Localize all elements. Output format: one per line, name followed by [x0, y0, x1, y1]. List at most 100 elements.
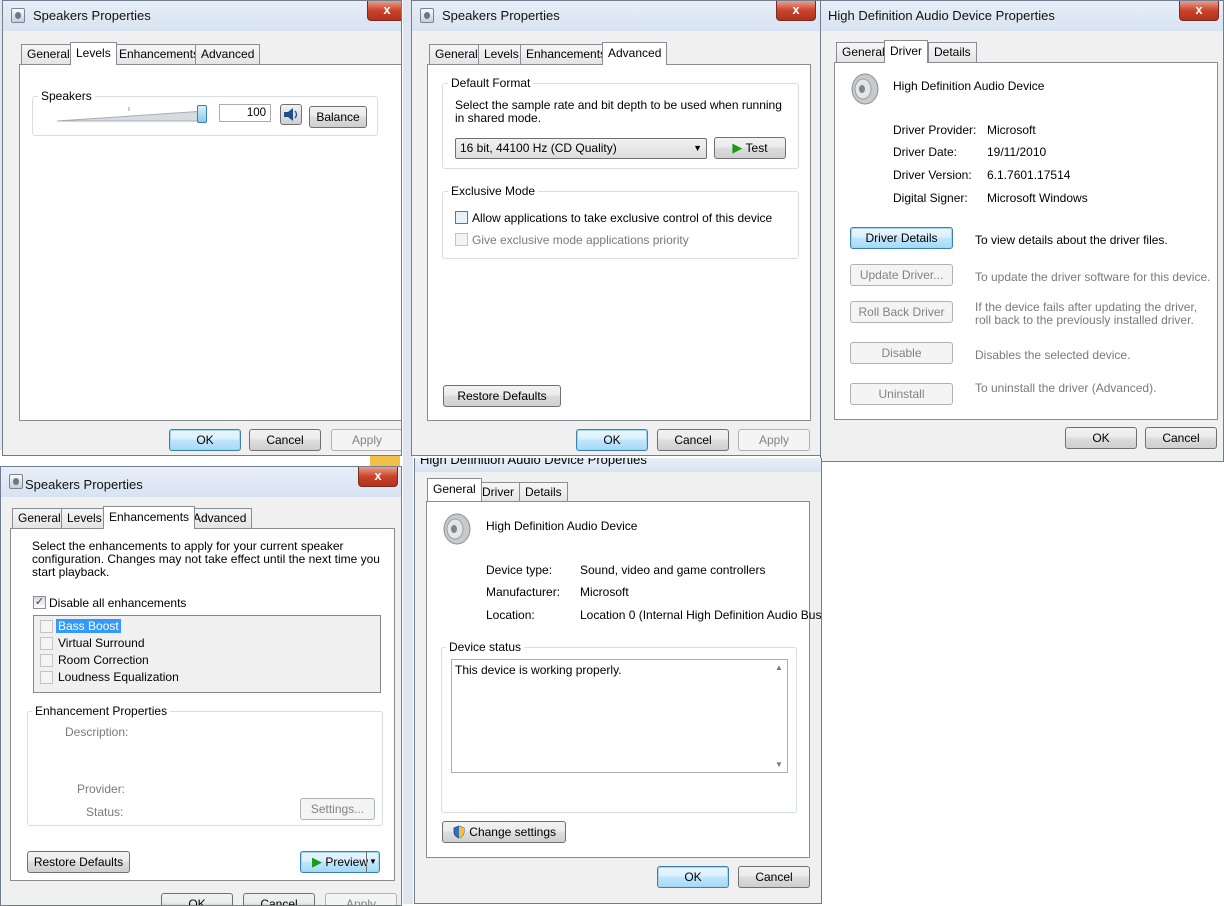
- cancel-button[interactable]: Cancel: [738, 866, 810, 888]
- tab-levels[interactable]: Levels: [61, 508, 108, 528]
- apply-button[interactable]: Apply: [325, 893, 397, 905]
- tab-advanced[interactable]: Advanced: [187, 508, 253, 528]
- close-button[interactable]: x: [1179, 1, 1219, 21]
- close-button[interactable]: x: [367, 1, 401, 21]
- title-bar[interactable]: Speakers Properties x: [412, 1, 821, 31]
- driver-date-value: 19/11/2010: [987, 145, 1047, 159]
- driver-provider-label: Driver Provider:: [893, 123, 977, 137]
- title-bar[interactable]: High Definition Audio Device Properties …: [821, 1, 1223, 31]
- tab-levels[interactable]: Levels: [70, 42, 117, 65]
- manufacturer-label: Manufacturer:: [486, 585, 561, 599]
- group-label: Default Format: [448, 76, 534, 90]
- tab-general[interactable]: General: [12, 508, 67, 528]
- format-dropdown-value: 16 bit, 44100 Hz (CD Quality): [460, 141, 617, 155]
- tab-driver[interactable]: Driver: [476, 482, 520, 502]
- tab-general[interactable]: General: [836, 42, 891, 62]
- driver-details-button[interactable]: Driver Details: [850, 227, 953, 249]
- preview-button[interactable]: ▶ Preview ▼: [300, 851, 380, 873]
- virtual-surround-checkbox[interactable]: [40, 637, 53, 650]
- tab-panel: High Definition Audio Device Driver Prov…: [834, 62, 1218, 420]
- bass-boost-checkbox[interactable]: [40, 620, 53, 633]
- group-label: Device status: [446, 640, 525, 654]
- ok-button[interactable]: OK: [161, 893, 233, 905]
- tab-general[interactable]: General: [21, 44, 76, 64]
- disable-button[interactable]: Disable: [850, 342, 953, 364]
- speaker-icon: [443, 513, 471, 545]
- ok-button[interactable]: OK: [1065, 427, 1137, 449]
- volume-value-field[interactable]: 100: [219, 104, 271, 122]
- dropdown-arrow-icon[interactable]: ▼: [366, 852, 379, 872]
- ok-button[interactable]: OK: [576, 429, 648, 451]
- balance-button[interactable]: Balance: [309, 106, 367, 128]
- title-bar[interactable]: Speakers Properties x: [1, 467, 401, 497]
- test-button[interactable]: ▶ Test: [714, 137, 786, 159]
- driver-version-value: 6.1.7601.17514: [987, 168, 1071, 182]
- loudness-equalization-checkbox[interactable]: [40, 671, 53, 684]
- tab-levels[interactable]: Levels: [478, 44, 525, 64]
- play-icon: ▶: [732, 140, 743, 155]
- restore-defaults-button[interactable]: Restore Defaults: [27, 851, 130, 873]
- tab-enhancements[interactable]: Enhancements: [113, 44, 206, 64]
- device-name: High Definition Audio Device: [486, 519, 638, 533]
- close-button[interactable]: x: [358, 467, 398, 487]
- format-dropdown[interactable]: 16 bit, 44100 Hz (CD Quality) ▼: [455, 138, 707, 159]
- title-bar[interactable]: High Definition Audio Device Properties: [415, 458, 821, 472]
- scroll-down-icon[interactable]: ▼: [775, 760, 783, 769]
- roll-back-driver-button[interactable]: Roll Back Driver: [850, 301, 953, 323]
- cancel-button[interactable]: Cancel: [249, 429, 321, 451]
- uninstall-button[interactable]: Uninstall: [850, 383, 953, 405]
- tab-general[interactable]: General: [427, 478, 482, 501]
- digital-signer-label: Digital Signer:: [893, 191, 968, 205]
- device-status-group: Device status This device is working pro…: [441, 640, 797, 813]
- provider-label: Provider:: [77, 782, 126, 796]
- device-status-textbox[interactable]: This device is working properly. ▲ ▼: [451, 659, 788, 773]
- update-driver-button[interactable]: Update Driver...: [850, 264, 953, 286]
- exclusive-mode-group: Exclusive Mode Allow applications to tak…: [442, 184, 799, 259]
- speaker-icon: [11, 8, 25, 23]
- tab-panel: Select the enhancements to apply for you…: [10, 528, 395, 881]
- loudness-equalization-label[interactable]: Loudness Equalization: [58, 670, 179, 684]
- tab-details[interactable]: Details: [519, 482, 568, 502]
- group-label: Exclusive Mode: [448, 184, 539, 198]
- volume-icon: [284, 108, 298, 121]
- tab-general[interactable]: General: [429, 44, 484, 64]
- tab-advanced[interactable]: Advanced: [195, 44, 261, 64]
- volume-slider-thumb[interactable]: [197, 105, 207, 123]
- tab-enhancements[interactable]: Enhancements: [103, 506, 196, 529]
- speakers-properties-levels-window: Speakers Properties x General Levels Enh…: [2, 0, 402, 456]
- allow-exclusive-label: Allow applications to take exclusive con…: [472, 211, 773, 225]
- restore-defaults-button[interactable]: Restore Defaults: [443, 385, 561, 407]
- cancel-button[interactable]: Cancel: [657, 429, 729, 451]
- tab-driver[interactable]: Driver: [884, 40, 928, 63]
- exclusive-priority-checkbox[interactable]: [455, 233, 468, 246]
- scrollbar[interactable]: ▲ ▼: [772, 660, 787, 772]
- allow-exclusive-checkbox[interactable]: [455, 211, 468, 224]
- tab-panel: Speakers 100 Balance: [19, 64, 401, 421]
- cancel-button[interactable]: Cancel: [1145, 427, 1217, 449]
- bass-boost-label[interactable]: Bass Boost: [56, 619, 121, 633]
- disable-all-checkbox[interactable]: ✓: [33, 596, 46, 609]
- apply-button[interactable]: Apply: [738, 429, 810, 451]
- close-button[interactable]: x: [776, 1, 816, 21]
- virtual-surround-label[interactable]: Virtual Surround: [58, 636, 145, 650]
- change-settings-button[interactable]: Change settings: [442, 821, 566, 843]
- ok-button[interactable]: OK: [169, 429, 241, 451]
- tab-details[interactable]: Details: [928, 42, 977, 62]
- preview-label: Preview: [325, 855, 369, 869]
- tab-advanced[interactable]: Advanced: [602, 42, 668, 65]
- ok-button[interactable]: OK: [657, 866, 729, 888]
- scroll-up-icon[interactable]: ▲: [775, 663, 783, 672]
- room-correction-label[interactable]: Room Correction: [58, 653, 149, 667]
- cancel-button[interactable]: Cancel: [243, 893, 315, 905]
- status-label: Status:: [86, 805, 124, 819]
- apply-button[interactable]: Apply: [331, 429, 401, 451]
- mute-button[interactable]: [280, 104, 302, 125]
- settings-button[interactable]: Settings...: [300, 798, 375, 820]
- tab-enhancements[interactable]: Enhancements: [520, 44, 613, 64]
- room-correction-checkbox[interactable]: [40, 654, 53, 667]
- title-bar[interactable]: Speakers Properties x: [3, 1, 401, 31]
- device-properties-general-window: High Definition Audio Device Properties …: [414, 458, 822, 904]
- window-title: High Definition Audio Device Properties: [420, 458, 647, 467]
- change-settings-label: Change settings: [469, 825, 557, 839]
- driver-version-label: Driver Version:: [893, 168, 972, 182]
